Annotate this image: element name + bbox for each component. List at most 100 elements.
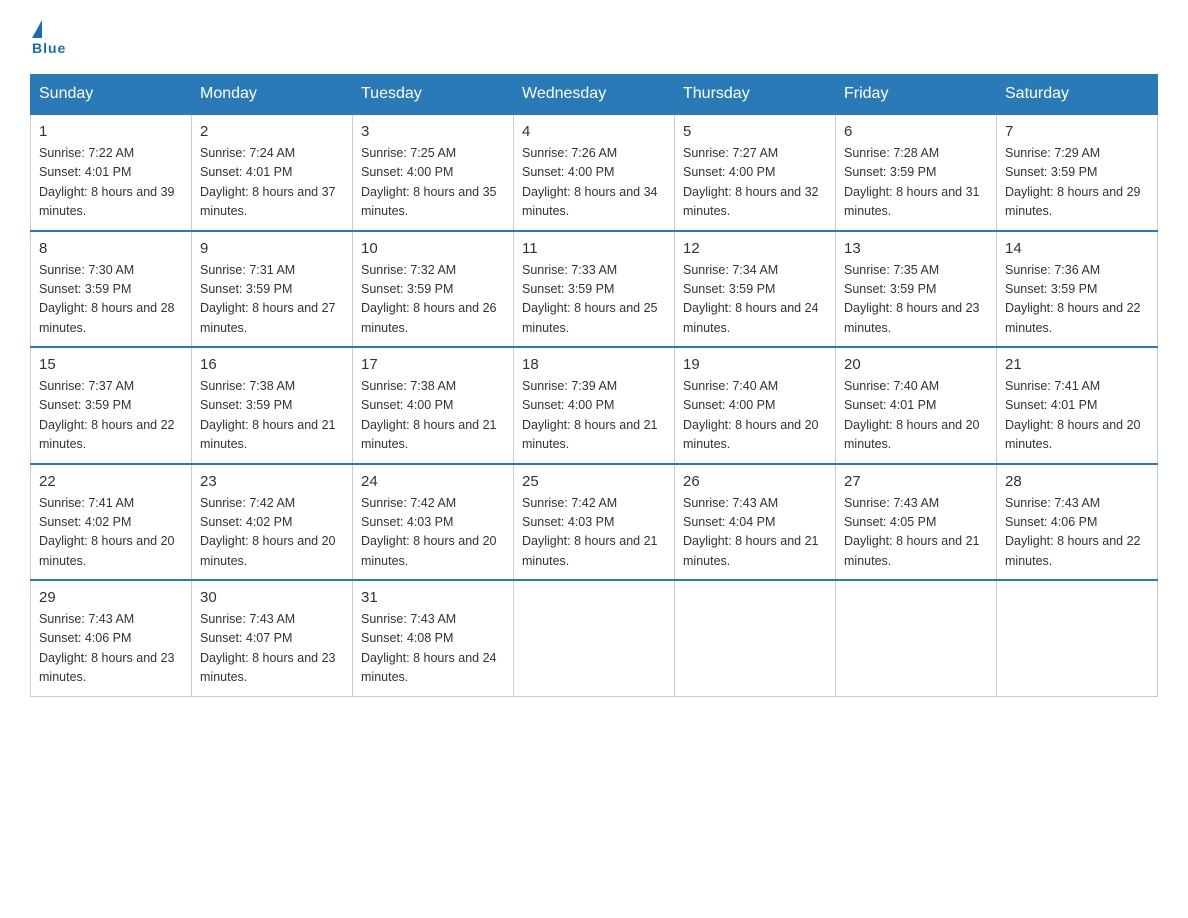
day-info: Sunrise: 7:24 AMSunset: 4:01 PMDaylight:… xyxy=(200,146,336,218)
calendar-cell: 16 Sunrise: 7:38 AMSunset: 3:59 PMDaylig… xyxy=(192,347,353,464)
day-info: Sunrise: 7:30 AMSunset: 3:59 PMDaylight:… xyxy=(39,263,175,335)
column-header-tuesday: Tuesday xyxy=(353,75,514,115)
day-info: Sunrise: 7:39 AMSunset: 4:00 PMDaylight:… xyxy=(522,379,658,451)
day-number: 16 xyxy=(200,356,344,373)
day-number: 25 xyxy=(522,473,666,490)
day-number: 6 xyxy=(844,123,988,140)
calendar-cell: 21 Sunrise: 7:41 AMSunset: 4:01 PMDaylig… xyxy=(997,347,1158,464)
logo-area: Blue xyxy=(30,20,66,56)
day-info: Sunrise: 7:40 AMSunset: 4:00 PMDaylight:… xyxy=(683,379,819,451)
day-info: Sunrise: 7:37 AMSunset: 3:59 PMDaylight:… xyxy=(39,379,175,451)
calendar-cell: 22 Sunrise: 7:41 AMSunset: 4:02 PMDaylig… xyxy=(31,464,192,581)
calendar-cell: 19 Sunrise: 7:40 AMSunset: 4:00 PMDaylig… xyxy=(675,347,836,464)
day-number: 28 xyxy=(1005,473,1149,490)
calendar-cell xyxy=(514,580,675,696)
calendar-cell: 24 Sunrise: 7:42 AMSunset: 4:03 PMDaylig… xyxy=(353,464,514,581)
day-info: Sunrise: 7:41 AMSunset: 4:02 PMDaylight:… xyxy=(39,496,175,568)
day-info: Sunrise: 7:43 AMSunset: 4:07 PMDaylight:… xyxy=(200,612,336,684)
day-number: 26 xyxy=(683,473,827,490)
day-number: 29 xyxy=(39,589,183,606)
calendar-cell: 8 Sunrise: 7:30 AMSunset: 3:59 PMDayligh… xyxy=(31,231,192,348)
column-header-wednesday: Wednesday xyxy=(514,75,675,115)
calendar-cell: 26 Sunrise: 7:43 AMSunset: 4:04 PMDaylig… xyxy=(675,464,836,581)
column-header-monday: Monday xyxy=(192,75,353,115)
day-info: Sunrise: 7:43 AMSunset: 4:05 PMDaylight:… xyxy=(844,496,980,568)
day-info: Sunrise: 7:34 AMSunset: 3:59 PMDaylight:… xyxy=(683,263,819,335)
day-number: 27 xyxy=(844,473,988,490)
calendar-cell: 30 Sunrise: 7:43 AMSunset: 4:07 PMDaylig… xyxy=(192,580,353,696)
calendar-cell: 27 Sunrise: 7:43 AMSunset: 4:05 PMDaylig… xyxy=(836,464,997,581)
calendar-cell: 9 Sunrise: 7:31 AMSunset: 3:59 PMDayligh… xyxy=(192,231,353,348)
day-number: 13 xyxy=(844,240,988,257)
page-header: Blue xyxy=(30,20,1158,56)
day-number: 10 xyxy=(361,240,505,257)
day-info: Sunrise: 7:29 AMSunset: 3:59 PMDaylight:… xyxy=(1005,146,1141,218)
calendar-cell: 5 Sunrise: 7:27 AMSunset: 4:00 PMDayligh… xyxy=(675,114,836,231)
day-number: 2 xyxy=(200,123,344,140)
logo xyxy=(30,20,40,38)
day-info: Sunrise: 7:43 AMSunset: 4:06 PMDaylight:… xyxy=(1005,496,1141,568)
calendar-cell: 23 Sunrise: 7:42 AMSunset: 4:02 PMDaylig… xyxy=(192,464,353,581)
day-number: 8 xyxy=(39,240,183,257)
calendar-week-row: 15 Sunrise: 7:37 AMSunset: 3:59 PMDaylig… xyxy=(31,347,1158,464)
day-info: Sunrise: 7:38 AMSunset: 3:59 PMDaylight:… xyxy=(200,379,336,451)
day-number: 19 xyxy=(683,356,827,373)
day-info: Sunrise: 7:33 AMSunset: 3:59 PMDaylight:… xyxy=(522,263,658,335)
day-info: Sunrise: 7:43 AMSunset: 4:04 PMDaylight:… xyxy=(683,496,819,568)
day-info: Sunrise: 7:32 AMSunset: 3:59 PMDaylight:… xyxy=(361,263,497,335)
day-number: 4 xyxy=(522,123,666,140)
calendar-cell: 17 Sunrise: 7:38 AMSunset: 4:00 PMDaylig… xyxy=(353,347,514,464)
day-number: 12 xyxy=(683,240,827,257)
day-info: Sunrise: 7:42 AMSunset: 4:03 PMDaylight:… xyxy=(522,496,658,568)
calendar-week-row: 29 Sunrise: 7:43 AMSunset: 4:06 PMDaylig… xyxy=(31,580,1158,696)
day-number: 18 xyxy=(522,356,666,373)
day-number: 30 xyxy=(200,589,344,606)
day-info: Sunrise: 7:36 AMSunset: 3:59 PMDaylight:… xyxy=(1005,263,1141,335)
calendar-cell: 6 Sunrise: 7:28 AMSunset: 3:59 PMDayligh… xyxy=(836,114,997,231)
day-number: 11 xyxy=(522,240,666,257)
calendar-cell: 3 Sunrise: 7:25 AMSunset: 4:00 PMDayligh… xyxy=(353,114,514,231)
calendar-header-row: SundayMondayTuesdayWednesdayThursdayFrid… xyxy=(31,75,1158,115)
day-info: Sunrise: 7:26 AMSunset: 4:00 PMDaylight:… xyxy=(522,146,658,218)
day-info: Sunrise: 7:31 AMSunset: 3:59 PMDaylight:… xyxy=(200,263,336,335)
calendar-cell: 4 Sunrise: 7:26 AMSunset: 4:00 PMDayligh… xyxy=(514,114,675,231)
calendar-cell: 2 Sunrise: 7:24 AMSunset: 4:01 PMDayligh… xyxy=(192,114,353,231)
day-number: 17 xyxy=(361,356,505,373)
day-number: 21 xyxy=(1005,356,1149,373)
day-info: Sunrise: 7:35 AMSunset: 3:59 PMDaylight:… xyxy=(844,263,980,335)
calendar-cell: 15 Sunrise: 7:37 AMSunset: 3:59 PMDaylig… xyxy=(31,347,192,464)
calendar-table: SundayMondayTuesdayWednesdayThursdayFrid… xyxy=(30,74,1158,697)
day-info: Sunrise: 7:25 AMSunset: 4:00 PMDaylight:… xyxy=(361,146,497,218)
calendar-cell xyxy=(836,580,997,696)
calendar-cell: 29 Sunrise: 7:43 AMSunset: 4:06 PMDaylig… xyxy=(31,580,192,696)
day-info: Sunrise: 7:22 AMSunset: 4:01 PMDaylight:… xyxy=(39,146,175,218)
day-info: Sunrise: 7:42 AMSunset: 4:02 PMDaylight:… xyxy=(200,496,336,568)
calendar-week-row: 1 Sunrise: 7:22 AMSunset: 4:01 PMDayligh… xyxy=(31,114,1158,231)
calendar-cell xyxy=(997,580,1158,696)
calendar-week-row: 22 Sunrise: 7:41 AMSunset: 4:02 PMDaylig… xyxy=(31,464,1158,581)
calendar-cell: 14 Sunrise: 7:36 AMSunset: 3:59 PMDaylig… xyxy=(997,231,1158,348)
column-header-thursday: Thursday xyxy=(675,75,836,115)
calendar-cell: 20 Sunrise: 7:40 AMSunset: 4:01 PMDaylig… xyxy=(836,347,997,464)
calendar-week-row: 8 Sunrise: 7:30 AMSunset: 3:59 PMDayligh… xyxy=(31,231,1158,348)
day-info: Sunrise: 7:38 AMSunset: 4:00 PMDaylight:… xyxy=(361,379,497,451)
day-info: Sunrise: 7:28 AMSunset: 3:59 PMDaylight:… xyxy=(844,146,980,218)
calendar-cell: 11 Sunrise: 7:33 AMSunset: 3:59 PMDaylig… xyxy=(514,231,675,348)
day-number: 31 xyxy=(361,589,505,606)
day-info: Sunrise: 7:43 AMSunset: 4:06 PMDaylight:… xyxy=(39,612,175,684)
calendar-cell: 10 Sunrise: 7:32 AMSunset: 3:59 PMDaylig… xyxy=(353,231,514,348)
logo-underline: Blue xyxy=(32,40,66,56)
day-number: 1 xyxy=(39,123,183,140)
column-header-sunday: Sunday xyxy=(31,75,192,115)
day-number: 23 xyxy=(200,473,344,490)
day-number: 5 xyxy=(683,123,827,140)
column-header-saturday: Saturday xyxy=(997,75,1158,115)
calendar-cell: 7 Sunrise: 7:29 AMSunset: 3:59 PMDayligh… xyxy=(997,114,1158,231)
calendar-cell: 31 Sunrise: 7:43 AMSunset: 4:08 PMDaylig… xyxy=(353,580,514,696)
day-info: Sunrise: 7:40 AMSunset: 4:01 PMDaylight:… xyxy=(844,379,980,451)
logo-triangle-icon xyxy=(32,20,42,38)
day-number: 15 xyxy=(39,356,183,373)
calendar-cell: 18 Sunrise: 7:39 AMSunset: 4:00 PMDaylig… xyxy=(514,347,675,464)
calendar-cell: 12 Sunrise: 7:34 AMSunset: 3:59 PMDaylig… xyxy=(675,231,836,348)
day-number: 7 xyxy=(1005,123,1149,140)
